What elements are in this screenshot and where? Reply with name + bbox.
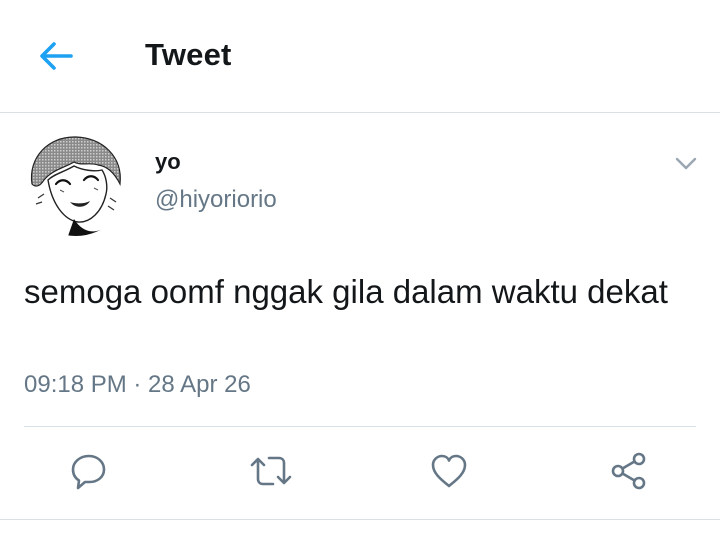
page-title: Tweet <box>145 37 232 72</box>
retweet-icon <box>250 456 292 486</box>
chevron-down-icon <box>675 157 697 170</box>
share-button[interactable] <box>607 449 651 493</box>
author-handle[interactable]: @hiyoriorio <box>155 186 277 214</box>
like-button[interactable] <box>427 449 471 493</box>
heart-icon <box>431 454 467 488</box>
reply-icon <box>71 454 106 490</box>
tweet-text: semoga oomf nggak gila dalam waktu dekat <box>24 273 668 310</box>
retweet-button[interactable] <box>249 449 293 493</box>
action-bar <box>0 427 720 519</box>
tweet-detail-screen: Tweet yo @hiyoriorio semoga oomf nggak g… <box>0 0 720 533</box>
top-app-bar: Tweet <box>0 0 720 113</box>
tweet-options-button[interactable] <box>670 148 702 180</box>
share-icon <box>611 452 646 490</box>
avatar[interactable] <box>24 132 128 236</box>
arrow-left-icon <box>40 42 73 70</box>
avatar-image <box>24 132 128 236</box>
divider <box>0 519 720 520</box>
back-button[interactable] <box>38 38 74 74</box>
tweet-timestamp: 09:18 PM · 28 Apr 26 <box>24 371 251 398</box>
author-display-name[interactable]: yo <box>155 149 181 175</box>
reply-button[interactable] <box>67 449 111 493</box>
